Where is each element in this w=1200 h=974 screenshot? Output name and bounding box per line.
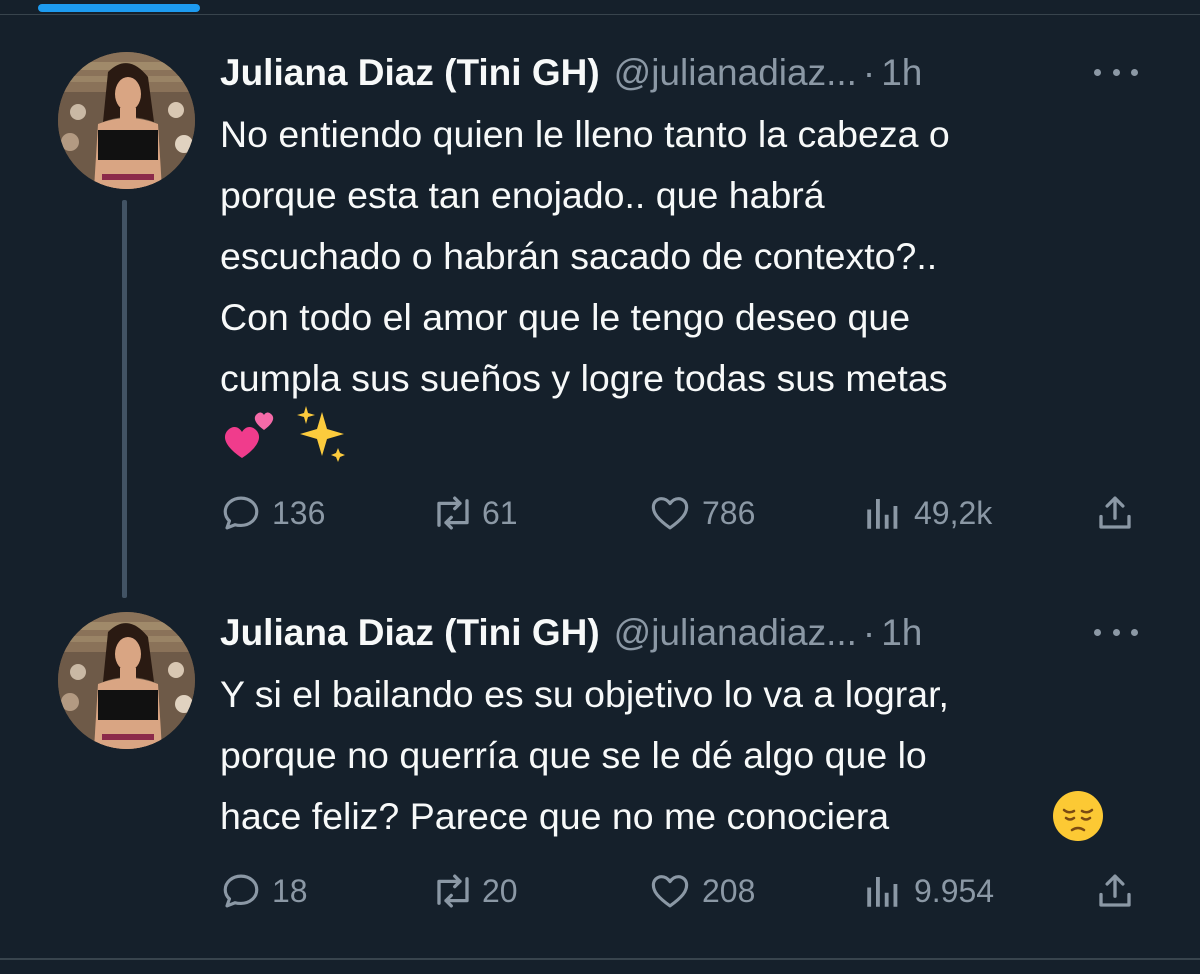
tab-indicator (38, 4, 200, 12)
profile-photo-icon (58, 612, 195, 749)
user-handle[interactable]: @julianadiaz... (614, 48, 857, 98)
more-dot-icon (1131, 68, 1138, 76)
user-handle[interactable]: @julianadiaz... (614, 608, 857, 658)
like-button[interactable]: 786 (648, 488, 755, 538)
more-dot-icon (1112, 628, 1120, 636)
retweet-button[interactable]: 61 (430, 488, 518, 538)
like-count: 786 (702, 494, 756, 531)
pensive-face-emoji-icon (1053, 791, 1103, 841)
timestamp[interactable]: 1h (881, 48, 922, 98)
retweet-count: 61 (482, 494, 518, 531)
profile-photo-icon (58, 52, 195, 189)
retweet-count: 20 (482, 872, 518, 909)
two-hearts-emoji-icon (224, 412, 274, 458)
more-dot-icon (1131, 628, 1138, 636)
bar-chart-icon (867, 499, 898, 529)
retweet-icon (437, 874, 469, 908)
tweet-action-bar: 136 61 786 49,2k (0, 488, 1200, 538)
share-icon (1099, 496, 1131, 529)
more-options-button[interactable] (1094, 620, 1138, 644)
avatar[interactable] (58, 612, 195, 749)
views-button[interactable]: 49,2k (862, 488, 992, 538)
reply-count: 18 (272, 872, 308, 909)
share-button[interactable] (1094, 866, 1136, 916)
views-count: 9.954 (914, 872, 995, 909)
top-divider (0, 14, 1200, 15)
tweet-emoji-row (1050, 788, 1106, 844)
thread-connector-line (122, 200, 127, 598)
like-count: 208 (702, 872, 756, 909)
retweet-button[interactable]: 20 (430, 866, 518, 916)
retweet-icon (437, 496, 469, 530)
views-button[interactable]: 9.954 (862, 866, 994, 916)
reply-count: 136 (272, 494, 326, 531)
bottom-divider (0, 958, 1200, 960)
heart-icon (651, 497, 689, 530)
separator-dot: · (862, 52, 876, 93)
separator-dot: · (862, 612, 876, 653)
more-dot-icon (1094, 68, 1101, 76)
views-count: 49,2k (914, 494, 993, 531)
display-name[interactable]: Juliana Diaz (Tini GH) (220, 48, 600, 98)
display-name[interactable]: Juliana Diaz (Tini GH) (220, 608, 600, 658)
reply-button[interactable]: 136 (220, 488, 325, 538)
thread-view: Juliana Diaz (Tini GH) @julianadiaz... ·… (0, 0, 1200, 974)
tweet-header: Juliana Diaz (Tini GH) @julianadiaz... ·… (220, 48, 922, 98)
tweet-action-bar: 18 20 208 9.954 (0, 866, 1200, 916)
reply-button[interactable]: 18 (220, 866, 308, 916)
avatar[interactable] (58, 52, 195, 189)
share-icon (1099, 874, 1131, 907)
tweet-emoji-row (220, 404, 352, 464)
more-dot-icon (1112, 68, 1120, 76)
more-dot-icon (1094, 628, 1101, 636)
tweet-text: Y si el bailando es su objetivo lo va a … (220, 673, 949, 837)
sparkles-emoji-icon (297, 406, 345, 462)
tweet-header: Juliana Diaz (Tini GH) @julianadiaz... ·… (220, 608, 922, 658)
speech-bubble-icon (223, 874, 259, 908)
like-button[interactable]: 208 (648, 866, 755, 916)
bar-chart-icon (867, 877, 898, 907)
tweet-text: No entiendo quien le lleno tanto la cabe… (220, 113, 950, 399)
timestamp[interactable]: 1h (881, 608, 922, 658)
heart-icon (651, 875, 689, 908)
speech-bubble-icon (223, 496, 259, 530)
share-button[interactable] (1094, 488, 1136, 538)
more-options-button[interactable] (1094, 60, 1138, 84)
